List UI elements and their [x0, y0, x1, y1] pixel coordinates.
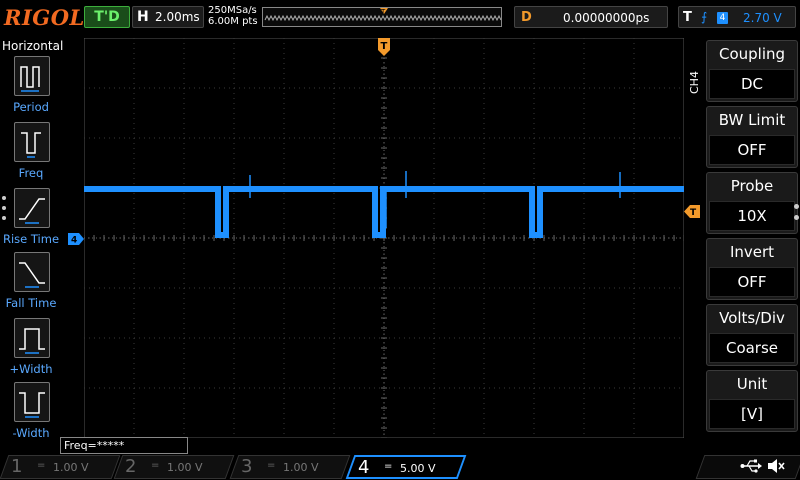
menu-invert[interactable]: Invert OFF	[706, 238, 798, 300]
measure-rise-time[interactable]: Rise Time	[2, 188, 60, 252]
measure-rise-time-label: Rise Time	[2, 232, 60, 246]
menu-bw-limit-title: BW Limit	[718, 111, 786, 129]
channel-2-number: 2	[125, 456, 137, 477]
trigger-position-marker[interactable]: T	[378, 38, 390, 56]
channel-status-bar: 1 = 1.00 V 2 = 1.00 V 3 = 1.00 V 4 = 5.0…	[0, 454, 800, 480]
rising-edge-icon: ⨍	[701, 10, 708, 24]
channel-1-number: 1	[11, 456, 23, 477]
delay-value: 0.00000000ps	[563, 11, 650, 25]
positive-width-icon	[14, 318, 50, 358]
menu-coupling[interactable]: Coupling DC	[706, 40, 798, 102]
measure-freq[interactable]: Freq	[2, 122, 60, 186]
channel-1-tab[interactable]: 1 = 1.00 V	[0, 455, 121, 479]
timebase-value: 2.00ms	[155, 10, 200, 24]
measure-positive-width[interactable]: +Width	[2, 318, 60, 382]
trigger-label: T	[683, 10, 692, 25]
menu-bw-limit[interactable]: BW Limit OFF	[706, 106, 798, 168]
freq-icon	[14, 122, 50, 162]
menu-invert-title: Invert	[729, 243, 775, 261]
menu-unit-value: [V]	[709, 399, 795, 429]
run-status-badge[interactable]: T'D	[84, 6, 130, 28]
menu-probe[interactable]: Probe 10X	[706, 172, 798, 234]
horizontal-timebase-box[interactable]: H 2.00ms	[132, 6, 204, 28]
graticule	[84, 38, 684, 438]
menu-volts-div[interactable]: Volts/Div Coarse	[706, 304, 798, 366]
measure-fall-time-label: Fall Time	[5, 296, 57, 310]
menu-page-dots	[794, 204, 799, 226]
channel-4-tab[interactable]: 4 = 5.00 V	[345, 455, 467, 479]
measurement-panel-title: Horizontal	[2, 39, 64, 53]
delay-label: D	[521, 10, 532, 25]
measurement-panel: Horizontal Period Freq Rise Time Fall Ti…	[0, 36, 64, 440]
fall-time-icon	[14, 252, 50, 292]
measurement-readout: Freq=*****	[60, 437, 188, 454]
ch4-waveform	[84, 186, 684, 238]
memory-depth: 6.00M pts	[208, 16, 258, 27]
trigger-position-label: T	[381, 41, 388, 52]
horizontal-label: H	[137, 9, 149, 25]
measure-negative-width[interactable]: -Width	[2, 382, 60, 446]
channel-4-coupling: =	[384, 461, 393, 472]
channel-2-scale: 1.00 V	[167, 461, 203, 474]
measure-period[interactable]: Period	[2, 56, 60, 120]
channel-2-tab[interactable]: 2 = 1.00 V	[113, 455, 235, 479]
ch4-offset-marker[interactable]: 4	[68, 233, 84, 245]
measure-positive-width-label: +Width	[9, 362, 53, 376]
menu-volts-div-title: Volts/Div	[719, 309, 785, 327]
channel-1-coupling: =	[37, 460, 46, 471]
channel-3-coupling: =	[267, 460, 276, 471]
trigger-level: 2.70 V	[743, 11, 782, 25]
sample-rate: 250MSa/s	[208, 5, 257, 16]
negative-width-icon	[14, 382, 50, 422]
ch4-offset-label: 4	[71, 236, 77, 246]
delay-box[interactable]: D 0.00000000ps	[514, 6, 668, 28]
speaker-muted-icon[interactable]	[766, 457, 786, 475]
acquisition-info: 250MSa/s 6.00M pts	[208, 5, 258, 27]
channel-2-coupling: =	[151, 460, 160, 471]
menu-unit-title: Unit	[736, 375, 768, 393]
channel-3-scale: 1.00 V	[283, 461, 319, 474]
memory-overview-waveform: T	[263, 8, 502, 26]
measure-fall-time[interactable]: Fall Time	[2, 252, 60, 316]
menu-coupling-value: DC	[709, 69, 795, 99]
channel-menu: CH4 Coupling DC BW Limit OFF Probe 10X I…	[686, 36, 800, 440]
channel-4-number: 4	[358, 457, 370, 478]
channel-4-scale: 5.00 V	[400, 462, 436, 475]
measure-period-label: Period	[13, 100, 49, 114]
rise-time-icon	[14, 188, 50, 228]
measure-negative-width-label: -Width	[12, 426, 50, 440]
channel-3-number: 3	[241, 456, 253, 477]
period-icon	[14, 56, 50, 96]
svg-text:T: T	[380, 8, 386, 16]
menu-bw-limit-value: OFF	[709, 135, 795, 165]
trigger-box[interactable]: T ⨍ 4 2.70 V	[678, 6, 796, 28]
measure-freq-label: Freq	[18, 166, 44, 180]
menu-probe-title: Probe	[730, 177, 774, 195]
menu-channel-label: CH4	[688, 71, 701, 94]
channel-3-tab[interactable]: 3 = 1.00 V	[229, 455, 351, 479]
page-indicator-dots	[2, 196, 6, 226]
top-status-bar: RIGOL T'D H 2.00ms 250MSa/s 6.00M pts T …	[0, 0, 800, 36]
usb-icon	[740, 459, 762, 473]
menu-probe-value: 10X	[709, 201, 795, 231]
menu-coupling-title: Coupling	[718, 45, 786, 63]
channel-1-scale: 1.00 V	[53, 461, 89, 474]
trigger-source-badge: 4	[717, 12, 728, 24]
menu-invert-value: OFF	[709, 267, 795, 297]
memory-overview-bar[interactable]: T	[262, 7, 502, 27]
menu-volts-div-value: Coarse	[709, 333, 795, 363]
menu-unit[interactable]: Unit [V]	[706, 370, 798, 432]
rigol-logo: RIGOL	[4, 5, 85, 30]
waveform-display[interactable]	[84, 38, 684, 438]
